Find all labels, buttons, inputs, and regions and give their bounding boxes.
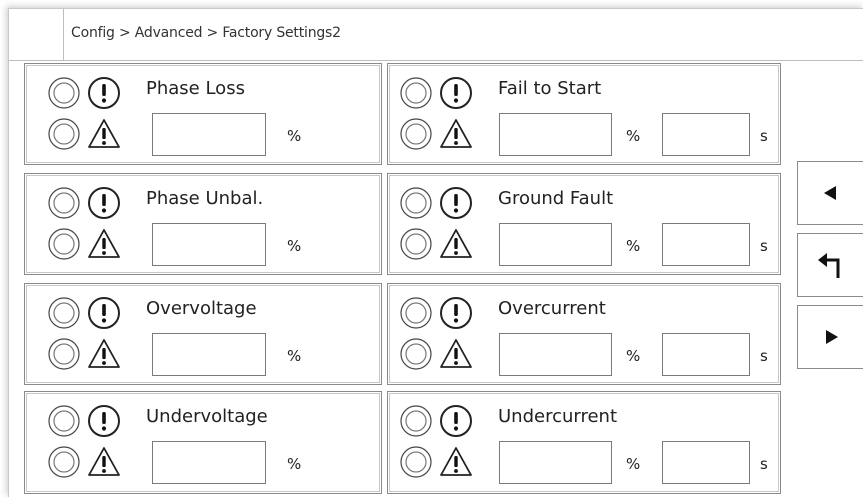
panel-title: Phase Loss <box>146 78 245 99</box>
threshold-input[interactable] <box>152 223 266 266</box>
unit-label: s <box>760 347 768 365</box>
status-ring-icon <box>48 77 80 109</box>
alert-icon <box>88 405 120 437</box>
header-divider <box>63 9 64 60</box>
status-ring-icon <box>48 446 80 478</box>
warning-icon <box>88 447 120 476</box>
alert-icon <box>88 297 120 329</box>
panel-overvoltage: Overvoltage % <box>24 283 382 385</box>
warning-icon <box>88 339 120 368</box>
delay-input[interactable] <box>662 333 750 376</box>
panel-title: Overvoltage <box>146 298 257 319</box>
warning-icon <box>440 447 472 476</box>
threshold-input[interactable] <box>152 113 266 156</box>
panel-undercurrent: Undercurrent % s <box>387 391 781 494</box>
status-ring-icon <box>400 446 432 478</box>
triangle-left-icon <box>823 186 836 200</box>
alert-icon <box>88 77 120 109</box>
status-ring-icon <box>400 338 432 370</box>
threshold-input[interactable] <box>499 333 612 376</box>
threshold-input[interactable] <box>499 223 612 266</box>
panel-phase-loss: Phase Loss % <box>24 63 382 165</box>
warning-icon <box>440 119 472 148</box>
status-ring-icon <box>48 405 80 437</box>
alert-icon <box>440 77 472 109</box>
panel-title: Fail to Start <box>498 78 602 99</box>
status-ring-icon <box>400 228 432 260</box>
unit-label: % <box>287 237 302 255</box>
unit-label: % <box>287 455 302 473</box>
status-ring-icon <box>400 187 432 219</box>
header-bar: Config > Advanced > Factory Settings2 <box>9 9 863 61</box>
unit-label: % <box>626 237 641 255</box>
status-ring-icon <box>48 338 80 370</box>
status-ring-icon <box>400 77 432 109</box>
unit-label: % <box>626 127 641 145</box>
status-ring-icon <box>400 297 432 329</box>
alert-icon <box>440 405 472 437</box>
prev-button[interactable] <box>797 161 863 225</box>
panel-title: Overcurrent <box>498 298 606 319</box>
warning-icon <box>440 339 472 368</box>
delay-input[interactable] <box>662 223 750 266</box>
unit-label: s <box>760 237 768 255</box>
threshold-input[interactable] <box>499 441 612 484</box>
status-ring-icon <box>400 405 432 437</box>
alert-icon <box>440 297 472 329</box>
warning-icon <box>88 119 120 148</box>
alert-icon <box>440 187 472 219</box>
unit-label: s <box>760 455 768 473</box>
unit-label: % <box>626 347 641 365</box>
threshold-input[interactable] <box>152 441 266 484</box>
threshold-input[interactable] <box>499 113 612 156</box>
alert-icon <box>88 187 120 219</box>
panel-title: Undervoltage <box>146 406 268 427</box>
warning-icon <box>88 229 120 258</box>
unit-label: % <box>626 455 641 473</box>
status-ring-icon <box>48 118 80 150</box>
panel-ground-fault: Ground Fault % s <box>387 173 781 275</box>
triangle-right-icon <box>825 330 838 344</box>
next-button[interactable] <box>797 305 863 369</box>
breadcrumb: Config > Advanced > Factory Settings2 <box>71 25 341 41</box>
panel-phase-unbal: Phase Unbal. % <box>24 173 382 275</box>
status-ring-icon <box>48 187 80 219</box>
panel-title: Phase Unbal. <box>146 188 264 209</box>
return-arrow-icon <box>817 253 839 278</box>
panel-title: Ground Fault <box>498 188 614 209</box>
unit-label: % <box>287 127 302 145</box>
threshold-input[interactable] <box>152 333 266 376</box>
unit-label: s <box>760 127 768 145</box>
status-ring-icon <box>48 297 80 329</box>
panel-overcurrent: Overcurrent % s <box>387 283 781 385</box>
delay-input[interactable] <box>662 441 750 484</box>
panel-fail-to-start: Fail to Start % s <box>387 63 781 165</box>
delay-input[interactable] <box>662 113 750 156</box>
back-button[interactable] <box>797 233 863 297</box>
status-ring-icon <box>400 118 432 150</box>
panel-undervoltage: Undervoltage % <box>24 391 382 494</box>
unit-label: % <box>287 347 302 365</box>
panel-title: Undercurrent <box>498 406 618 427</box>
warning-icon <box>440 229 472 258</box>
status-ring-icon <box>48 228 80 260</box>
